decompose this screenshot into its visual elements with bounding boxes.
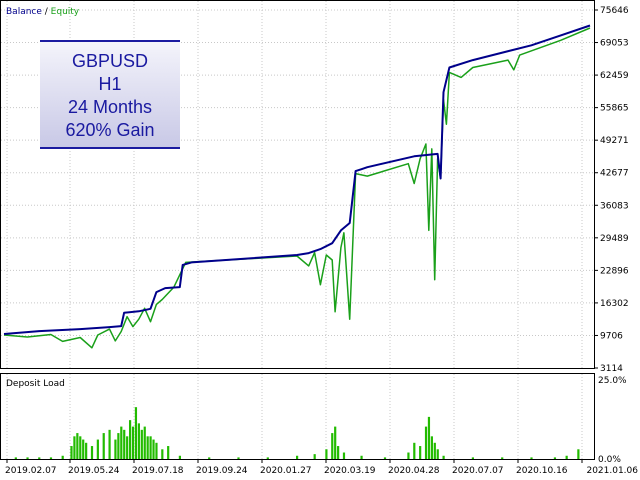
deposit-load-bar [471,457,474,459]
y-tick-label: 9706 [600,331,623,341]
deposit-load-bar [419,446,422,459]
deposit-load-bar [102,433,105,459]
deposit-load-bar [143,426,146,459]
x-tick-labels: 2019.02.07 2019.05.24 2019.07.18 2019.09.24… [5,466,638,476]
deposit-load-bar [146,436,149,459]
load-plot-frame [0,373,595,460]
deposit-load-title: Deposit Load [6,379,65,389]
x-tick-label: 2020.07.07 [452,466,504,476]
deposit-load-bar [424,426,428,459]
y-tick-label: 75646 [600,6,629,16]
deposit-load-bar [313,454,316,459]
deposit-load-bar [430,436,433,459]
y-tick-label: 55865 [600,104,629,114]
deposit-load-bar [413,442,416,459]
deposit-load-bar [137,423,140,459]
deposit-load-bar [161,449,164,459]
y-tick-labels: 3114 9706 16302 22896 29489 36083 42677 49271 55… [598,6,629,465]
deposit-load-bar [73,436,76,459]
deposit-load-bar [442,455,445,459]
deposit-load-bar [383,457,387,459]
deposit-load-bar [82,439,85,459]
load-tick-top: 25.0% [598,376,627,386]
deposit-load-bar [577,449,580,459]
deposit-load-bar [120,426,123,459]
x-tick-label: 2021.01.06 [586,466,638,476]
deposit-load-bar [337,446,340,459]
chart-title: Balance / Equity [6,7,80,17]
y-tick-label: 42677 [600,169,629,179]
deposit-load-bar [342,452,346,459]
deposit-load-bar [331,433,334,459]
deposit-load-bar [90,446,94,459]
y-tick-label: 3114 [600,364,623,374]
deposit-load-bar [123,429,126,459]
deposit-load-bar [334,426,337,459]
deposit-load-bar [360,455,363,459]
title-equity: Equity [51,7,80,17]
deposit-load-bar [140,429,143,459]
deposit-load-bar [149,436,152,459]
x-tick-label: 2020.10.16 [516,466,568,476]
info-box: GBPUSD H1 24 Months 620% Gain [40,40,180,149]
y-tick-label: 69053 [600,39,629,49]
deposit-load-bar [79,436,82,459]
deposit-load-bar [167,446,170,459]
deposit-load-bar [61,455,64,459]
title-separator: / [42,7,51,17]
deposit-load-bar [407,452,410,459]
deposit-load-bar [131,426,135,459]
deposit-load-bar [155,442,158,459]
info-gain: 620% Gain [65,120,154,140]
deposit-load-bar [76,433,79,459]
deposit-load-bar [85,442,88,459]
x-tick-label: 2020.03.19 [324,466,376,476]
x-tick-label: 2019.02.07 [5,466,57,476]
deposit-load-bar [96,439,99,459]
deposit-load-bar [433,442,436,459]
x-tick-label: 2020.04.28 [388,466,440,476]
deposit-load-bar [530,457,533,459]
y-tick-label: 16302 [600,299,629,309]
deposit-load-bar [108,429,111,459]
deposit-load-bar [70,446,73,459]
title-balance: Balance [6,7,42,17]
deposit-load-bar [14,457,17,459]
info-timeframe: H1 [98,74,121,94]
deposit-load-bar [134,407,138,459]
deposit-load-bar [237,457,240,459]
deposit-load-bar [49,457,53,459]
deposit-load-bar [501,457,504,459]
deposit-load-bar [553,457,557,459]
y-tick-label: 49271 [600,136,629,146]
deposit-load-bar [208,457,211,459]
y-tick-label: 29489 [600,234,629,244]
deposit-load-bar [178,455,181,459]
y-tick-label: 22896 [600,266,629,276]
info-period: 24 Months [68,97,152,117]
deposit-load-bar [436,449,439,459]
deposit-load-bar [128,420,132,459]
info-symbol: GBPUSD [72,51,148,71]
deposit-load-bar [427,416,431,459]
deposit-load-bar [266,457,269,459]
chart-svg: 3114 9706 16302 22896 29489 36083 42677 49271 55… [0,0,638,476]
deposit-load-bar [117,433,120,459]
load-tick-bottom: 0.0% [598,455,621,465]
deposit-load-bar [296,455,299,459]
x-tick-label: 2019.09.24 [196,466,248,476]
deposit-load-bar [565,455,568,459]
y-tick-label: 36083 [600,201,629,211]
deposit-load-bar [114,439,117,459]
deposit-load-bar [325,449,328,459]
deposit-load-bar [38,457,41,459]
deposit-load-bar [26,457,29,459]
x-tick-label: 2020.01.27 [260,466,312,476]
y-tick-label: 62459 [600,71,629,81]
x-tick-label: 2019.05.24 [68,466,120,476]
deposit-load-bar [126,436,129,459]
deposit-load-bar [152,439,155,459]
x-tick-label: 2019.07.18 [132,466,184,476]
